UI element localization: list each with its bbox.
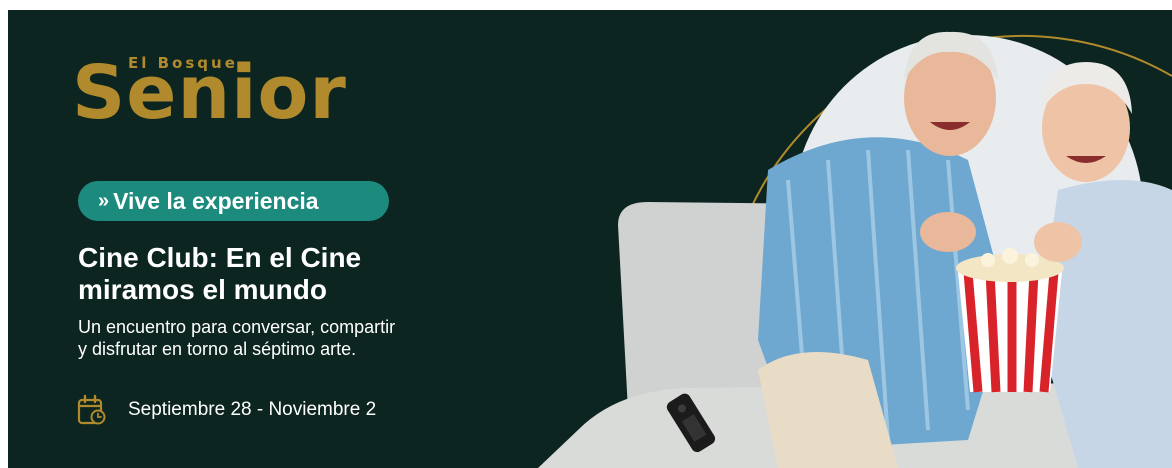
experience-badge: » Vive la experiencia (78, 181, 389, 221)
calendar-icon (77, 394, 106, 425)
promo-banner[interactable]: El Bosque Senior » Vive la experiencia C… (8, 10, 1172, 468)
event-description-line-1: Un encuentro para conversar, compartir (78, 317, 396, 337)
event-date-range: Septiembre 28 - Noviembre 2 (128, 399, 377, 420)
event-title-line-1: Cine Club: En el Cine (78, 242, 362, 273)
event-dates: Septiembre 28 - Noviembre 2 (76, 392, 376, 428)
event-description: Un encuentro para conversar, compartir y… (78, 316, 508, 360)
double-chevron-icon: » (98, 189, 109, 212)
event-description-line-2: y disfrutar en torno al séptimo arte. (78, 339, 357, 359)
event-title-line-2: miramos el mundo (78, 274, 327, 305)
experience-badge-label: Vive la experiencia (113, 187, 319, 214)
seniors-watching-movie-photo (538, 31, 1172, 468)
brand-logo-big-text: Senior (72, 50, 347, 136)
brand-logo: El Bosque Senior (72, 50, 382, 146)
event-title: Cine Club: En el Cine miramos el mundo (78, 242, 498, 306)
